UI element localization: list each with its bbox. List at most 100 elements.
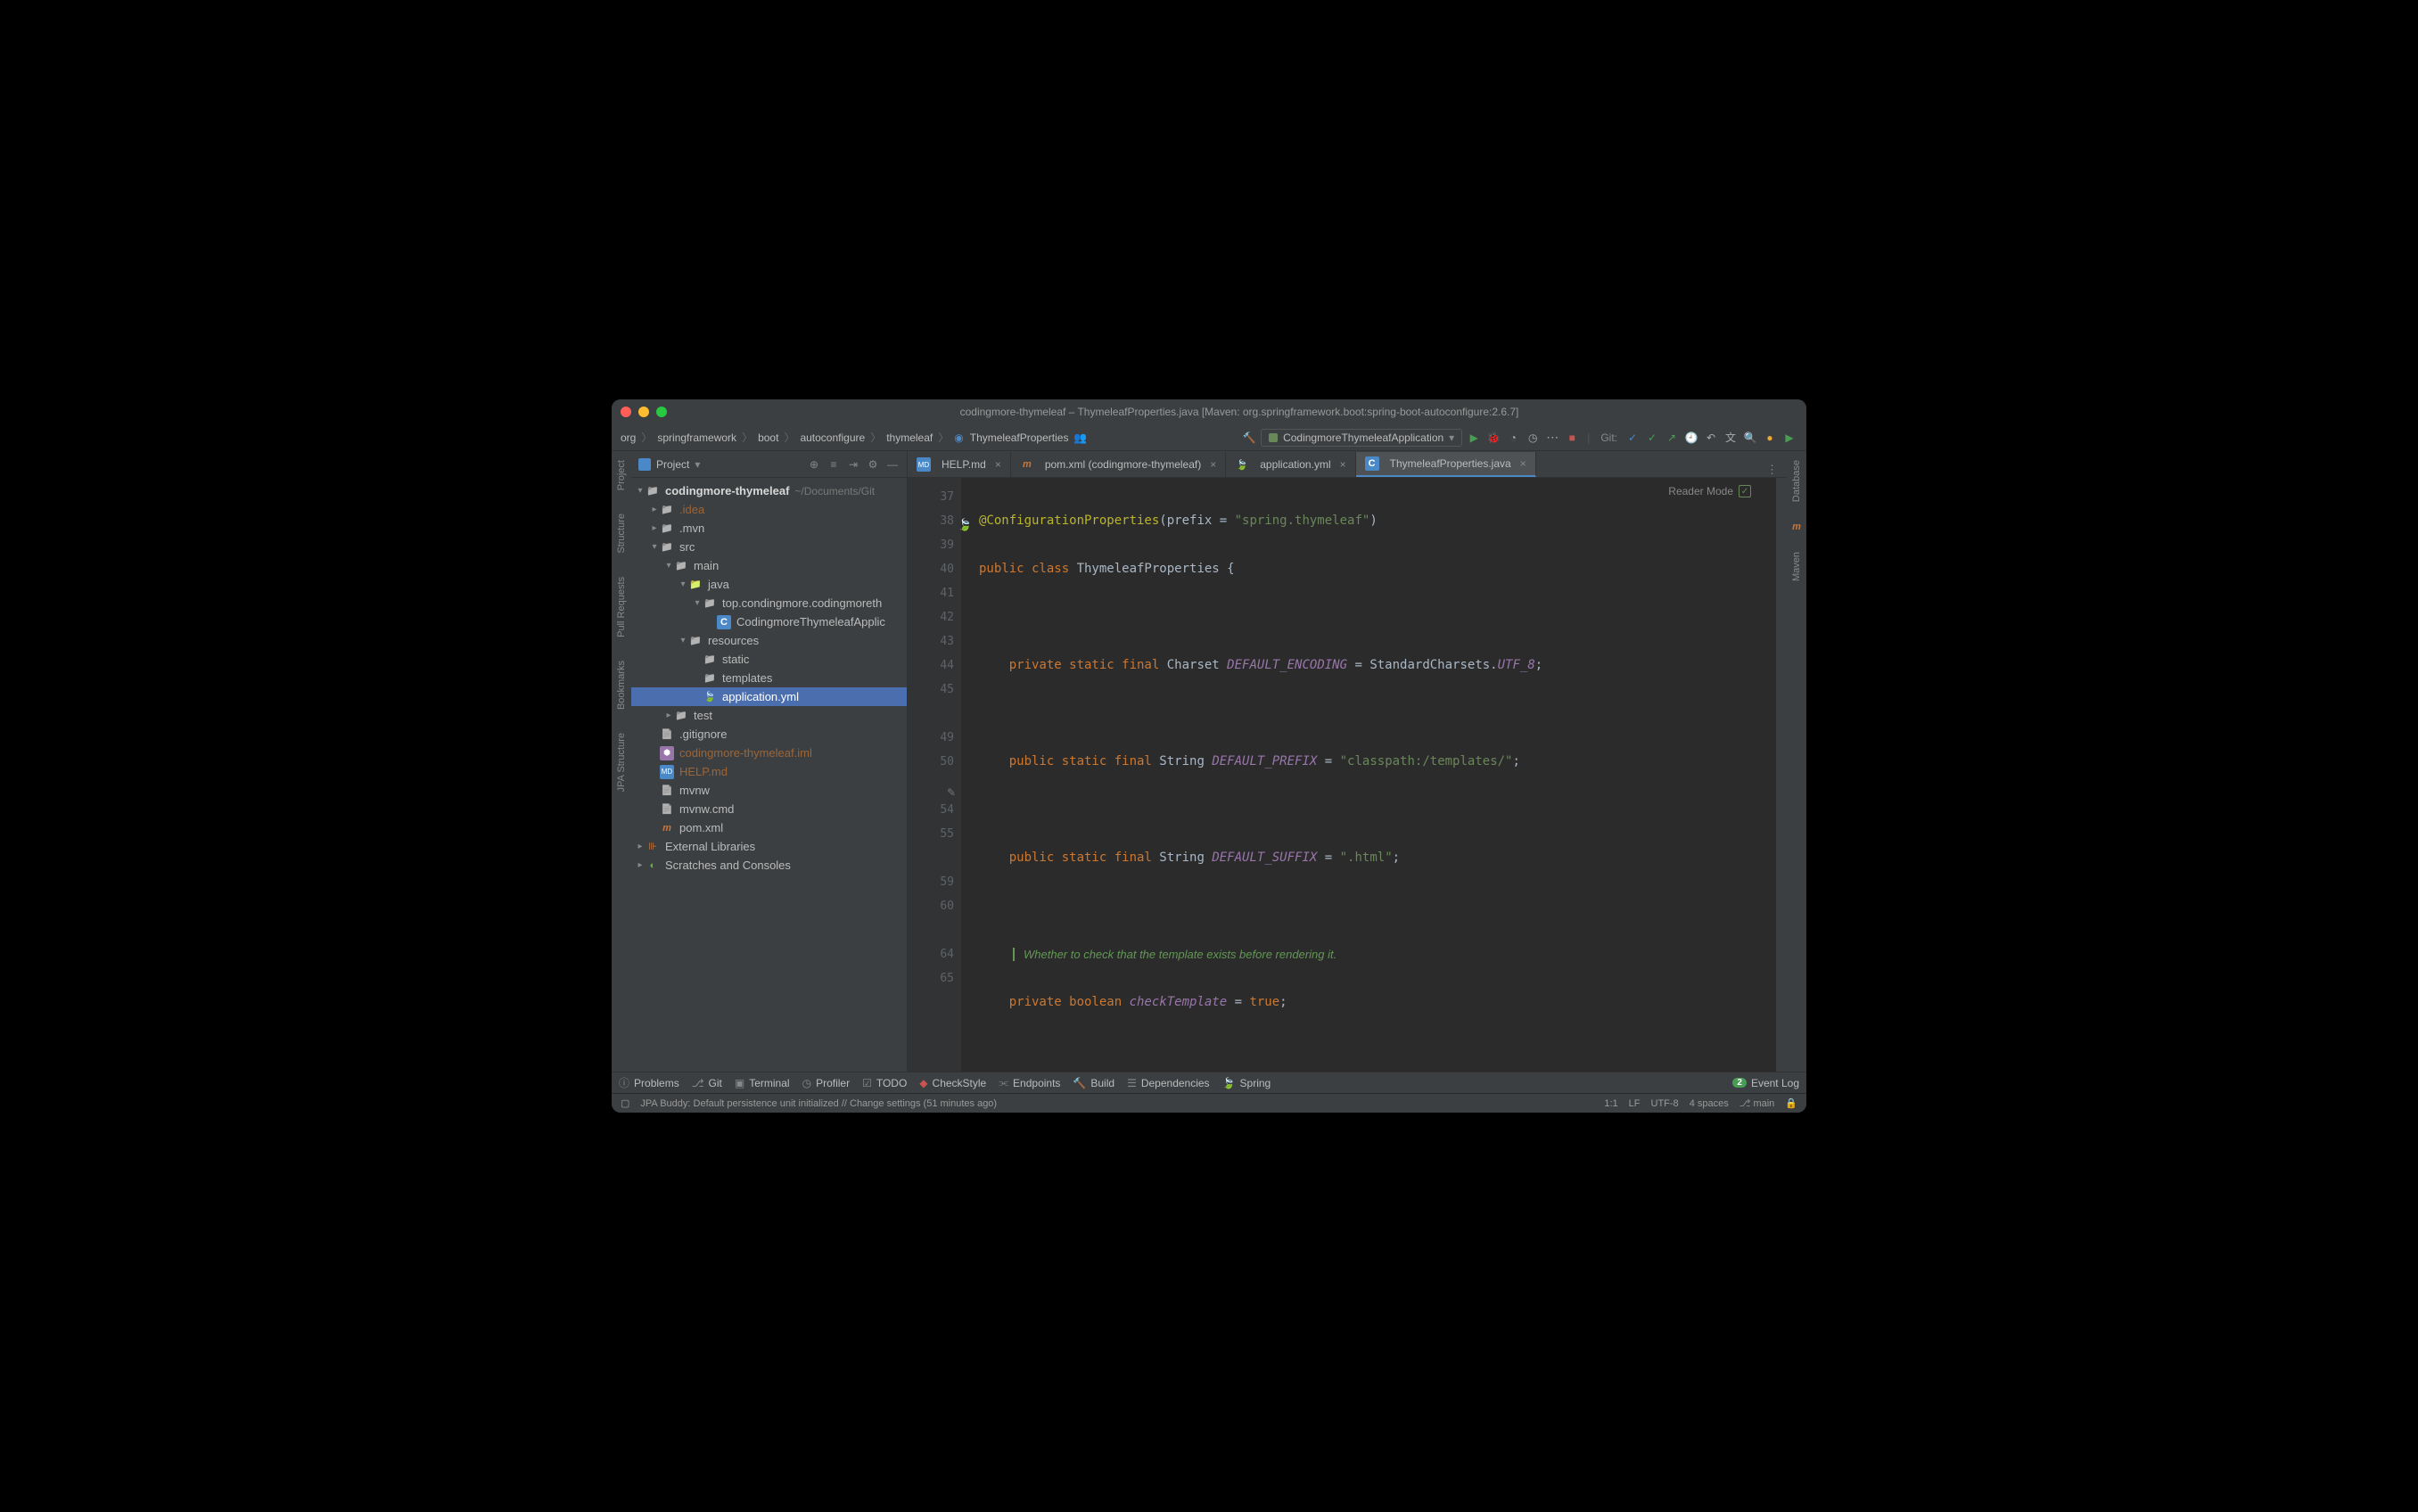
close-icon[interactable]: × [1340, 458, 1346, 471]
tree-node-static[interactable]: static [631, 650, 907, 669]
ide-tool-icon[interactable]: ▶ [1781, 430, 1797, 446]
tree-node-test[interactable]: ▸test [631, 706, 907, 725]
stop-icon[interactable]: ■ [1564, 430, 1580, 446]
project-panel-header: Project ▾ ⊕ ≡ ⇥ ⚙ — [631, 451, 907, 478]
tree-node-resources[interactable]: ▾resources [631, 631, 907, 650]
tree-node-gitignore[interactable]: .gitignore [631, 725, 907, 744]
tool-structure[interactable]: Structure [616, 510, 627, 557]
git-push-icon[interactable]: ↗ [1664, 430, 1680, 446]
tool-jpa-structure[interactable]: JPA Structure [616, 729, 627, 795]
profiler-icon: ◷ [802, 1077, 811, 1089]
crumb[interactable]: boot [758, 431, 778, 444]
tool-database[interactable]: Database [1791, 456, 1802, 505]
crumb[interactable]: org [621, 431, 636, 444]
tab-pom[interactable]: pom.xml (codingmore-thymeleaf)× [1011, 452, 1226, 477]
code-editor[interactable]: Reader Mode ✓ ✎ 37 38🍃 39404142 434445 4… [908, 478, 1787, 1072]
expand-all-icon[interactable]: ≡ [827, 457, 841, 472]
gear-icon[interactable]: ⚙ [866, 457, 880, 472]
tool-pull-requests[interactable]: Pull Requests [616, 573, 627, 641]
tab-thymeleaf-properties[interactable]: ThymeleafProperties.java× [1356, 452, 1536, 477]
tool-event-log[interactable]: 2Event Log [1732, 1077, 1799, 1089]
spring-bean-icon[interactable]: 🍃 [958, 514, 970, 526]
code-content[interactable]: @ConfigurationProperties(prefix = "sprin… [961, 478, 1776, 1072]
run-config-selector[interactable]: CodingmoreThymeleafApplication ▾ [1261, 429, 1462, 447]
tool-git[interactable]: ⎇Git [692, 1077, 722, 1089]
tab-application-yml[interactable]: application.yml× [1226, 452, 1355, 477]
select-opened-file-icon[interactable]: ⊕ [807, 457, 821, 472]
tree-node-mvnwcmd[interactable]: mvnw.cmd [631, 800, 907, 818]
crumb[interactable]: thymeleaf [886, 431, 933, 444]
tool-maven[interactable]: Maven [1791, 548, 1802, 585]
search-icon[interactable]: 🔍 [1742, 430, 1758, 446]
tree-node-app-class[interactable]: CodingmoreThymeleafApplic [631, 612, 907, 631]
tool-project[interactable]: Project [616, 456, 627, 494]
chevron-down-icon: ▾ [1449, 431, 1454, 444]
tool-spring[interactable]: 🍃Spring [1222, 1077, 1271, 1089]
tool-dependencies[interactable]: ☰Dependencies [1127, 1077, 1210, 1089]
git-history-icon[interactable]: 🕘 [1683, 430, 1699, 446]
tree-node-external-libs[interactable]: ▸External Libraries [631, 837, 907, 856]
crumb[interactable]: autoconfigure [800, 431, 865, 444]
tree-node-package[interactable]: ▾top.condingmore.codingmoreth [631, 594, 907, 612]
tree-root[interactable]: ▾codingmore-thymeleaf~/Documents/Git [631, 481, 907, 500]
hide-icon[interactable]: — [885, 457, 900, 472]
debug-icon[interactable]: 🐞 [1485, 430, 1501, 446]
tree-node-main[interactable]: ▾main [631, 556, 907, 575]
coverage-icon[interactable]: ◔ [1505, 430, 1521, 446]
tree-node-pom[interactable]: pom.xml [631, 818, 907, 837]
crumb[interactable]: ThymeleafProperties [970, 431, 1069, 444]
rollback-icon[interactable]: ↶ [1703, 430, 1719, 446]
run-icon[interactable]: ▶ [1466, 430, 1482, 446]
branch-icon: ⎇ [692, 1077, 704, 1089]
close-icon[interactable]: × [995, 458, 1001, 471]
close-window[interactable] [621, 407, 631, 417]
tool-problems[interactable]: ⓘProblems [619, 1075, 679, 1090]
users-icon[interactable]: 👥 [1072, 430, 1088, 446]
tree-node-help[interactable]: HELP.md [631, 762, 907, 781]
tool-endpoints[interactable]: ⫘Endpoints [999, 1076, 1060, 1089]
git-commit-icon[interactable]: ✓ [1644, 430, 1660, 446]
minimize-window[interactable] [638, 407, 649, 417]
tree-node-mvnw[interactable]: mvnw [631, 781, 907, 800]
caret-position[interactable]: 1:1 [1604, 1098, 1617, 1109]
tool-todo[interactable]: ☑TODO [862, 1077, 907, 1089]
deps-icon: ☰ [1127, 1077, 1137, 1089]
ide-update-icon[interactable]: ● [1762, 430, 1778, 446]
profile-icon[interactable]: ◷ [1525, 430, 1541, 446]
todo-icon: ☑ [862, 1077, 872, 1089]
tool-profiler[interactable]: ◷Profiler [802, 1077, 851, 1089]
hammer-icon[interactable]: 🔨 [1241, 430, 1257, 446]
close-icon[interactable]: × [1520, 457, 1526, 470]
attach-icon[interactable]: ⋯ [1544, 430, 1560, 446]
tool-terminal[interactable]: ▣Terminal [735, 1077, 790, 1089]
lock-icon[interactable]: 🔒 [1785, 1097, 1797, 1109]
line-ending[interactable]: LF [1629, 1098, 1641, 1109]
collapse-all-icon[interactable]: ⇥ [846, 457, 860, 472]
tree-node-java[interactable]: ▾java [631, 575, 907, 594]
zoom-window[interactable] [656, 407, 667, 417]
tree-node-scratches[interactable]: ▸Scratches and Consoles [631, 856, 907, 875]
tree-node-application-yml[interactable]: application.yml [631, 687, 907, 706]
indent-info[interactable]: 4 spaces [1690, 1098, 1729, 1109]
translate-icon[interactable]: 文 [1723, 430, 1739, 446]
scrollbar[interactable] [1776, 478, 1787, 1072]
tree-node-iml[interactable]: codingmore-thymeleaf.iml [631, 744, 907, 762]
tree-node-src[interactable]: ▾src [631, 538, 907, 556]
tree-node-templates[interactable]: templates [631, 669, 907, 687]
tab-help[interactable]: HELP.md× [908, 452, 1011, 477]
tree-node-mvn[interactable]: ▸.mvn [631, 519, 907, 538]
tool-checkstyle[interactable]: ◆CheckStyle [919, 1077, 986, 1089]
chevron-down-icon[interactable]: ▾ [695, 458, 700, 471]
tree-node-idea[interactable]: ▸.idea [631, 500, 907, 519]
tool-window-toggle-icon[interactable]: ▢ [621, 1097, 629, 1109]
tool-bookmarks[interactable]: Bookmarks [616, 657, 627, 713]
file-encoding[interactable]: UTF-8 [1651, 1098, 1679, 1109]
check-icon: ✓ [1739, 485, 1751, 497]
crumb[interactable]: springframework [657, 431, 736, 444]
git-update-icon[interactable]: ✓ [1624, 430, 1641, 446]
git-branch[interactable]: ⎇ main [1739, 1097, 1775, 1109]
tabs-more-icon[interactable]: ⋮ [1757, 463, 1787, 477]
tool-build[interactable]: 🔨Build [1073, 1077, 1114, 1089]
reader-mode-toggle[interactable]: Reader Mode ✓ [1668, 485, 1751, 497]
close-icon[interactable]: × [1210, 458, 1216, 471]
